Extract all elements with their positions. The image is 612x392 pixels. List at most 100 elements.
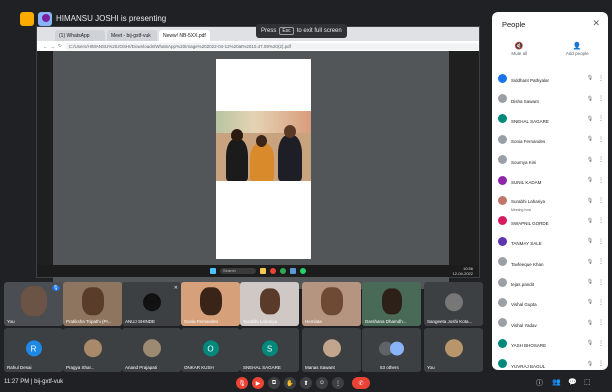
participant-tile[interactable]: R Rahul Desai [4, 328, 63, 372]
back-icon[interactable]: ← [43, 44, 48, 49]
pdf-viewer: meet.google.com is sharing your screen S… [53, 51, 449, 289]
tile-name: ANUJ SHINDE [125, 319, 156, 324]
mic-off-icon[interactable]: 🎙 [586, 198, 594, 204]
person-figure [278, 135, 302, 181]
participant-row[interactable]: Sonia Fernandes 🎙 ⋮ [498, 129, 604, 149]
mic-off-icon[interactable]: 🎙 [586, 279, 594, 285]
mic-off-icon[interactable]: 🎙 [586, 259, 594, 265]
add-people-button[interactable]: 👤 Add people [566, 42, 589, 56]
more-vert-icon[interactable]: ⋮ [598, 258, 604, 265]
people-icon[interactable]: 👥 [552, 378, 561, 386]
browser-tab[interactable]: Meet - bij-gxtf-vuk [107, 30, 157, 41]
captions-button[interactable]: ⧉ [268, 377, 280, 389]
more-vert-icon[interactable]: ⋮ [598, 95, 604, 102]
participant-tile[interactable]: Surabhi Lahariya [240, 282, 299, 326]
participant-tile[interactable]: 🎙 You [4, 282, 63, 326]
whatsapp-icon[interactable] [300, 268, 306, 274]
explorer-icon[interactable] [260, 268, 266, 274]
participant-row[interactable]: Tavfeeque Khan 🎙 ⋮ [498, 252, 604, 272]
browser-tab[interactable]: (1) WhatsApp [55, 30, 105, 41]
edge-icon[interactable] [280, 268, 286, 274]
more-vert-icon[interactable]: ⋮ [598, 340, 604, 347]
participant-tile[interactable]: Sangeeta Joshi Kota... [424, 282, 483, 326]
participant-tile[interactable]: Pratiksha Tripathi (Pr... [63, 282, 122, 326]
more-vert-icon[interactable]: ⋮ [598, 136, 604, 143]
participant-tile[interactable]: Pragya Shar... [63, 328, 122, 372]
participant-row[interactable]: SWAPNIL GORDE 🎙 ⋮ [498, 211, 604, 231]
participant-row[interactable]: YASH BHOSARE 🎙 ⋮ [498, 333, 604, 353]
participant-tile[interactable]: You [424, 328, 483, 372]
leave-call-button[interactable]: ✆ [352, 377, 370, 389]
participant-row[interactable]: Siddhant Pathyalar 🎙 ⋮ [498, 68, 604, 88]
more-vert-icon[interactable]: ⋮ [598, 115, 604, 122]
store-icon[interactable] [290, 268, 296, 274]
more-vert-icon[interactable]: ⋮ [598, 75, 604, 82]
mic-off-icon[interactable]: 🎙 [586, 218, 594, 224]
participant-row[interactable]: tejas pandit 🎙 ⋮ [498, 272, 604, 292]
more-vert-icon[interactable]: ⋮ [598, 299, 604, 306]
more-options-button[interactable]: ⋮ [332, 377, 344, 389]
mute-all-button[interactable]: 🔇 Mute all [511, 42, 527, 56]
mic-off-icon[interactable]: 🎙 [586, 136, 594, 142]
participant-row[interactable]: TANMAY SALE 🎙 ⋮ [498, 231, 604, 251]
more-vert-icon[interactable]: ⋮ [598, 217, 604, 224]
more-vert-icon[interactable]: ⋮ [598, 238, 604, 245]
mic-off-icon[interactable]: 🎙 [586, 75, 594, 81]
participant-tile[interactable]: Anand Prajapati [122, 328, 181, 372]
more-vert-icon[interactable]: ⋮ [598, 279, 604, 286]
participant-tile[interactable]: Hemlata [302, 282, 361, 326]
mic-off-icon[interactable]: 🎙 [586, 299, 594, 305]
mic-off-icon[interactable]: 🎙 [586, 320, 594, 326]
participant-tile[interactable]: ✕ ANUJ SHINDE [122, 282, 181, 326]
close-icon[interactable]: ✕ [592, 18, 600, 29]
participant-row[interactable]: SNEHAL SAGARE 🎙 ⋮ [498, 109, 604, 129]
more-vert-icon[interactable]: ⋮ [598, 319, 604, 326]
reload-icon[interactable]: ↻ [58, 43, 62, 49]
mic-off-icon[interactable]: 🎙 [586, 177, 594, 183]
browser-tab-active[interactable]: Neww! NB-5XX.pdf [159, 30, 210, 41]
more-vert-icon[interactable]: ⋮ [598, 360, 604, 367]
participant-tile[interactable]: Manas Sawant [302, 328, 361, 372]
forward-icon[interactable]: → [51, 44, 56, 49]
mic-off-icon[interactable]: 🎙 [586, 96, 594, 102]
participant-tile[interactable]: Darshana Dhamdh... [362, 282, 421, 326]
more-vert-icon[interactable]: ⋮ [598, 156, 604, 163]
mic-off-icon[interactable]: 🎙 [586, 157, 594, 163]
raise-hand-button[interactable]: ✋ [284, 377, 296, 389]
taskbar-search[interactable]: Search [220, 268, 256, 274]
participant-tile[interactable]: Sonia Fernandes [181, 282, 240, 326]
url-field[interactable]: C:/Users/HIMANSU%20JOSHI/Downloads/Whats… [64, 42, 479, 50]
participant-row[interactable]: Vishal Gupta 🎙 ⋮ [498, 292, 604, 312]
present-button[interactable]: ⬆ [300, 377, 312, 389]
chrome-icon[interactable] [270, 268, 276, 274]
chat-icon[interactable]: 💬 [568, 378, 577, 386]
more-vert-icon[interactable]: ⋮ [598, 177, 604, 184]
participant-row[interactable]: SUNIL KADAM 🎙 ⋮ [498, 170, 604, 190]
participant-tile[interactable]: S SNEHAL SAGARE [240, 328, 299, 372]
more-vert-icon[interactable]: ⋮ [598, 197, 604, 204]
participant-row[interactable]: Vishal Yadav 🎙 ⋮ [498, 313, 604, 333]
mic-button[interactable]: 🎙 [236, 377, 248, 389]
participant-text: Tavfeeque Khan [511, 253, 582, 271]
mic-off-icon[interactable]: 🎙 [586, 340, 594, 346]
participant-row[interactable]: Disha Sawant 🎙 ⋮ [498, 88, 604, 108]
info-icon[interactable]: ⓘ [536, 378, 543, 388]
participant-text: YASH BHOSARE [511, 334, 582, 352]
tile-video [320, 287, 343, 316]
mic-off-icon[interactable]: 🎙 [586, 116, 594, 122]
participant-row[interactable]: Soumya Kini 🎙 ⋮ [498, 150, 604, 170]
tile-name: Darshana Dhamdh... [365, 319, 407, 324]
reactions-button[interactable]: ☺ [316, 377, 328, 389]
windows-start-icon[interactable] [210, 268, 216, 274]
mic-off-icon[interactable]: 🎙 [586, 361, 594, 367]
mic-off-icon[interactable]: 🎙 [586, 238, 594, 244]
camera-button[interactable]: ▶ [252, 377, 264, 389]
tile-name: ONKAR KUSH [184, 365, 214, 370]
activities-icon[interactable]: ⬚ [584, 378, 591, 386]
participant-text: Vishal Yadav [511, 314, 582, 332]
participant-tile[interactable]: O ONKAR KUSH [181, 328, 240, 372]
others-tile[interactable]: 53 others [362, 328, 421, 372]
participant-row[interactable]: YUVRAJ BAGUL 🎙 ⋮ [498, 353, 604, 373]
participant-row[interactable]: Surabhi Lahariya Meeting host 🎙 ⋮ [498, 190, 604, 212]
participant-text: SNEHAL SAGARE [511, 110, 582, 128]
